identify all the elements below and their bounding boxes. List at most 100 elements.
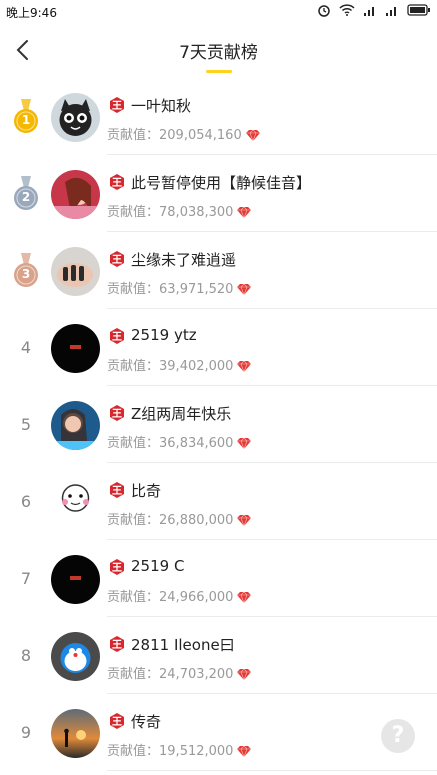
help-button[interactable]: ?	[381, 719, 415, 753]
diamond-icon	[237, 206, 252, 219]
row-divider	[107, 770, 437, 771]
contribution-value: 贡献值：36,834,600	[107, 432, 252, 451]
contribution-value: 贡献值：209,054,160	[107, 124, 260, 143]
level-badge-icon: 王	[108, 712, 126, 730]
level-badge-icon: 王	[108, 327, 126, 345]
doraemon-avatar[interactable]	[51, 632, 100, 681]
rank-number: 5	[20, 415, 32, 434]
level-badge-text: 王	[112, 563, 122, 574]
level-badge-text: 王	[112, 409, 122, 420]
status-time: 晚上9:46	[6, 6, 57, 20]
ranking-row[interactable]: 4 王 2519 ytz 贡献值：39,402,000	[0, 309, 437, 386]
diamond-icon	[237, 591, 252, 604]
rank-number: 9	[20, 723, 32, 742]
medal-rank-number: 2	[21, 190, 31, 204]
diamond-icon	[237, 514, 252, 527]
status-bar: 晚上9:46	[0, 0, 437, 22]
user-name: 传奇	[131, 713, 162, 731]
contribution-value: 贡献值：24,703,200	[107, 663, 252, 682]
rank-number: 4	[20, 338, 32, 357]
ranking-row[interactable]: 3 王尘缘未了难逍遥贡献值：63,971,520	[0, 232, 437, 309]
user-name: 2519 C	[131, 557, 185, 575]
battery-icon	[407, 4, 430, 16]
contribution-label: 贡献值：	[107, 513, 160, 528]
hands-avatar[interactable]	[51, 247, 100, 296]
girl-red-avatar[interactable]	[51, 170, 100, 219]
medal-gold-icon: 1	[12, 99, 40, 135]
user-name: 2811 Ileone曰	[131, 636, 235, 654]
diamond-icon	[237, 745, 252, 758]
ranking-row[interactable]: 7 王 2519 C 贡献值：24,966,000	[0, 540, 437, 617]
page-title: 7天贡献榜	[179, 43, 258, 63]
level-badge-text: 王	[112, 255, 122, 266]
contribution-number: 24,966,000	[159, 590, 234, 605]
user-name: Z组两周年快乐	[131, 405, 232, 423]
blue-girl-avatar[interactable]	[51, 401, 100, 450]
level-badge-icon: 王	[108, 635, 126, 653]
signal-icon	[364, 7, 374, 16]
user-name: 2519 ytz	[131, 326, 197, 344]
user-name: 一叶知秋	[131, 97, 192, 115]
level-badge-icon: 王	[108, 173, 126, 191]
level-badge-icon: 王	[108, 558, 126, 576]
contribution-value: 贡献值：24,966,000	[107, 586, 252, 605]
level-badge-text: 王	[112, 332, 122, 343]
contribution-value: 贡献值：63,971,520	[107, 278, 252, 297]
contribution-label: 贡献值：	[107, 205, 160, 220]
ranking-row[interactable]: 5 王 Z组两周年快乐贡献值：36,834,600	[0, 386, 437, 463]
cat-avatar[interactable]	[51, 93, 100, 142]
contribution-value: 贡献值：19,512,000	[107, 740, 252, 759]
contribution-label: 贡献值：	[107, 282, 160, 297]
level-badge-text: 王	[112, 717, 122, 728]
black-logo-avatar[interactable]	[51, 324, 100, 373]
contribution-label: 贡献值：	[107, 744, 160, 759]
diamond-icon	[237, 437, 252, 450]
medal-bronze-icon: 3	[12, 253, 40, 289]
user-name: 尘缘未了难逍遥	[131, 251, 237, 269]
contribution-number: 39,402,000	[159, 359, 234, 374]
level-badge-text: 王	[112, 101, 122, 112]
contribution-number: 63,971,520	[159, 282, 234, 297]
signal-icon-2	[386, 7, 396, 16]
contribution-number: 36,834,600	[159, 436, 234, 451]
user-name: 此号暂停使用【静候佳音】	[131, 174, 312, 192]
diamond-icon	[237, 283, 252, 296]
contribution-value: 贡献值：26,880,000	[107, 509, 252, 528]
medal-rank-number: 1	[21, 113, 31, 127]
ranking-row[interactable]: 8 王 2811 Ileone曰 贡献值：24,703,200	[0, 617, 437, 694]
black-logo-avatar[interactable]	[51, 555, 100, 604]
contribution-number: 209,054,160	[159, 128, 242, 143]
ranking-row[interactable]: 9 王传奇贡献值：19,512,000	[0, 694, 437, 771]
contribution-label: 贡献值：	[107, 359, 160, 374]
medal-silver-icon: 2	[12, 176, 40, 212]
level-badge-icon: 王	[108, 404, 126, 422]
diamond-icon	[237, 668, 252, 681]
ranking-row[interactable]: 6 王比奇 贡献值：26,880,000	[0, 463, 437, 540]
level-badge-text: 王	[112, 640, 122, 651]
ranking-row[interactable]: 2 王此号暂停使用【静候佳音】贡献值：78,038,300	[0, 155, 437, 232]
wifi-icon	[339, 4, 355, 16]
nav-bar: 7天贡献榜	[0, 22, 437, 78]
user-name: 比奇	[131, 482, 162, 500]
contribution-value: 贡献值：39,402,000	[107, 355, 252, 374]
contribution-value: 贡献值：78,038,300	[107, 201, 252, 220]
title-underline	[206, 70, 232, 73]
status-icons	[317, 3, 431, 17]
level-badge-text: 王	[112, 486, 122, 497]
level-badge-text: 王	[112, 178, 122, 189]
ranking-row[interactable]: 1 王一叶知秋贡献值：209,054,160	[0, 78, 437, 155]
medal-rank-number: 3	[21, 267, 31, 281]
contribution-number: 19,512,000	[159, 744, 234, 759]
alarm-icon	[318, 5, 330, 17]
contribution-number: 24,703,200	[159, 667, 234, 682]
contribution-label: 贡献值：	[107, 590, 160, 605]
cartoon-face-avatar[interactable]	[51, 478, 100, 527]
contribution-label: 贡献值：	[107, 436, 160, 451]
diamond-icon	[245, 129, 260, 142]
level-badge-icon: 王	[108, 96, 126, 114]
level-badge-icon: 王	[108, 481, 126, 499]
rank-number: 7	[20, 569, 32, 588]
contribution-number: 78,038,300	[159, 205, 234, 220]
sunset-avatar[interactable]	[51, 709, 100, 758]
contribution-label: 贡献值：	[107, 667, 160, 682]
